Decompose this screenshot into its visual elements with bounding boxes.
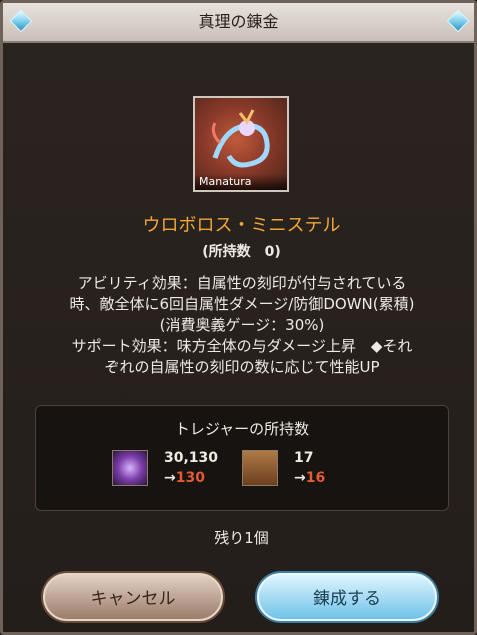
treasure-next: 130 (175, 470, 205, 486)
description-line: (消費奥義ゲージ：30%) (159, 316, 325, 334)
arrow: → (164, 470, 176, 486)
owned-count: (所持数 0) (202, 244, 281, 260)
treasure-current: 17 (294, 450, 314, 466)
summon-description: アビリティ効果：自属性の刻印が付与されている 時、敵全体に6回自属性ダメージ/防… (27, 273, 457, 378)
treasure-change: →130 (164, 470, 205, 486)
confirm-button[interactable]: 錬成する (257, 573, 437, 621)
hourglass-icon (242, 450, 278, 486)
description-line: 時、敵全体に6回自属性ダメージ/防御DOWN(累積) (69, 295, 415, 313)
cancel-button[interactable]: キャンセル (43, 573, 223, 621)
summon-element-label: Manatura (195, 174, 287, 190)
remaining-count: 残り1個 (214, 529, 269, 547)
dialog-header: 真理の錬金 (3, 3, 474, 43)
treasure-box: トレジャーの所持数 30,130 →130 17 →16 (35, 405, 449, 511)
alchemy-dialog: 真理の錬金 Manatura ウロボロス・ミニステル (所持数 0) アビリティ… (0, 0, 477, 635)
summon-name: ウロボロス・ミニステル (142, 215, 341, 236)
treasure-change: →16 (294, 470, 325, 486)
arrow: → (294, 470, 306, 486)
description-line: アビリティ効果：自属性の刻印が付与されている (77, 274, 407, 292)
crystal-orb-icon (112, 450, 148, 486)
summon-portrait: Manatura (193, 96, 289, 192)
description-line: ぞれの自属性の刻印の数に応じて性能UP (104, 358, 380, 376)
treasure-title: トレジャーの所持数 (174, 420, 310, 438)
treasure-current: 30,130 (164, 450, 219, 466)
dialog-title: 真理の錬金 (198, 12, 279, 31)
description-line: サポート効果：味方全体の与ダメージ上昇 ◆それ (71, 337, 413, 355)
treasure-next: 16 (305, 470, 326, 486)
